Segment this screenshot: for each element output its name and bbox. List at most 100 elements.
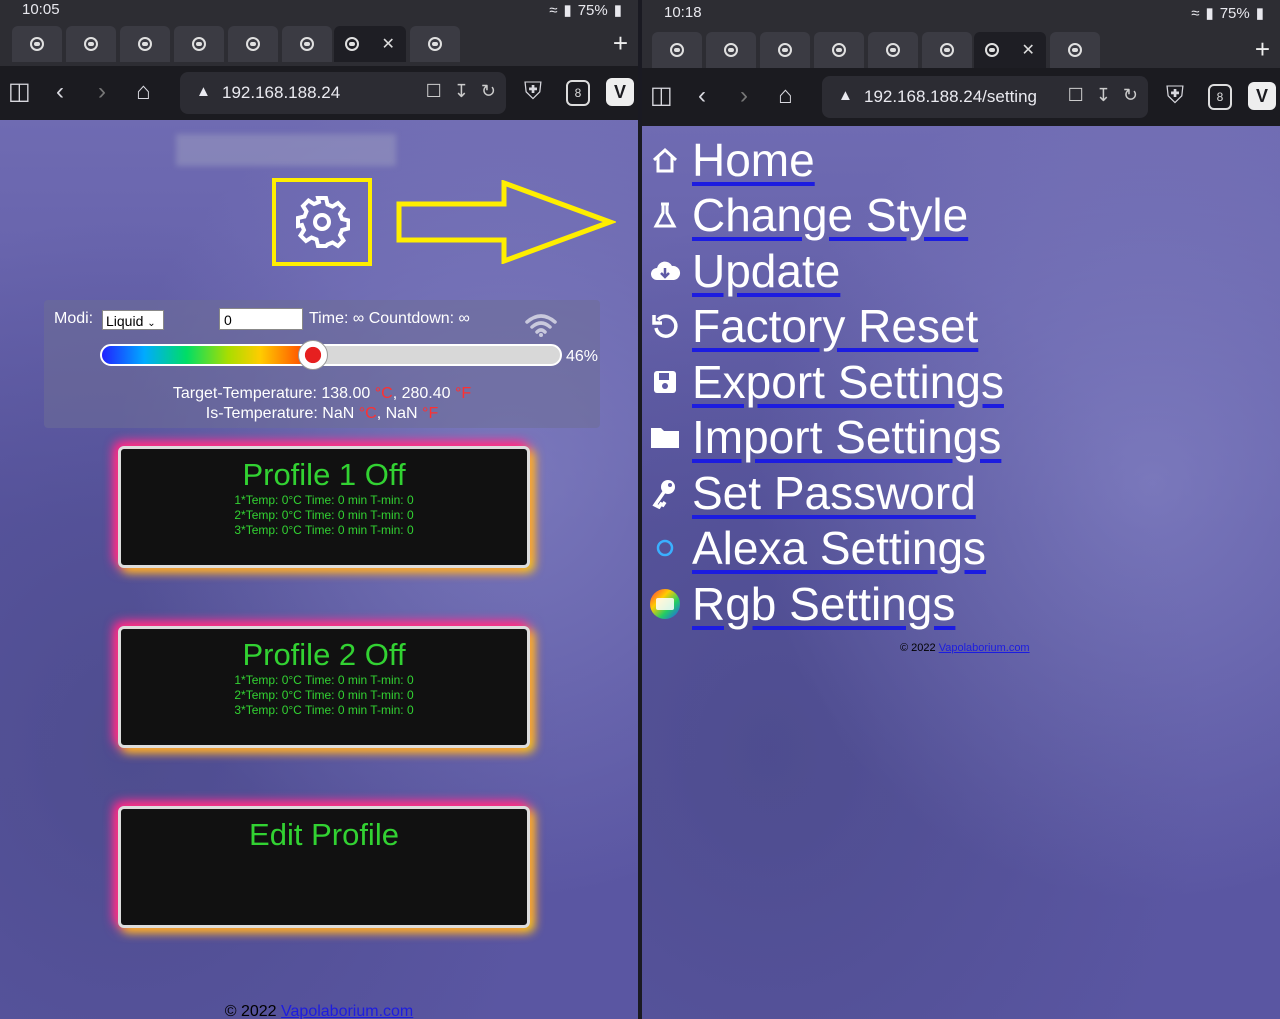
status-bar: 10:18 ≈ ▮ 75% ▮ bbox=[642, 0, 1280, 28]
wifi-status-icon bbox=[525, 314, 557, 337]
back-icon[interactable]: ‹ bbox=[698, 84, 706, 108]
menu-item-set-password[interactable]: Set Password bbox=[646, 465, 1004, 521]
bookmark-icon[interactable]: ☐ bbox=[1068, 85, 1084, 106]
browser-tab-active[interactable]: ✕ bbox=[334, 26, 406, 62]
close-tab-icon[interactable]: ✕ bbox=[381, 34, 394, 54]
footer-link[interactable]: Vapolaborium.com bbox=[281, 1003, 413, 1019]
browser-tab[interactable] bbox=[120, 26, 170, 62]
browser-tab[interactable] bbox=[868, 32, 918, 68]
shield-icon[interactable]: ⛨ bbox=[1166, 84, 1184, 108]
folder-icon bbox=[646, 418, 684, 456]
profile-2-button[interactable]: Profile 2 Off 1*Temp: 0°C Time: 0 min T-… bbox=[118, 626, 530, 748]
browser-tab[interactable] bbox=[12, 26, 62, 62]
globe-icon bbox=[138, 37, 152, 51]
menu-label: Rgb Settings bbox=[692, 577, 956, 630]
bookmark-icon[interactable]: ☐ bbox=[426, 81, 442, 102]
tab-count-button[interactable]: 8 bbox=[566, 80, 590, 106]
value-input[interactable]: 0 bbox=[219, 308, 303, 330]
status-bar: 10:05 ≈ ▮ 75% ▮ bbox=[0, 0, 638, 22]
modi-select[interactable]: Liquid ⌄ bbox=[102, 310, 164, 330]
globe-icon bbox=[724, 43, 738, 57]
menu-item-home[interactable]: Home bbox=[646, 132, 1004, 188]
browser-tab[interactable] bbox=[652, 32, 702, 68]
globe-icon bbox=[428, 37, 442, 51]
menu-item-export-settings[interactable]: Export Settings bbox=[646, 354, 1004, 410]
edit-profile-button[interactable]: Edit Profile bbox=[118, 806, 530, 928]
new-tab-icon[interactable]: + bbox=[613, 28, 628, 59]
panel-toggle-icon[interactable]: ◫ bbox=[8, 80, 31, 104]
temperature-slider[interactable] bbox=[100, 344, 562, 366]
menu-label: Alexa Settings bbox=[692, 522, 987, 575]
settings-highlight-box bbox=[272, 178, 372, 266]
profile-step: 1*Temp: 0°C Time: 0 min T-min: 0 bbox=[234, 493, 414, 507]
temperature-readout: Target-Temperature: 138.00 °C, 280.40 °F… bbox=[44, 384, 600, 424]
browser-tab[interactable] bbox=[760, 32, 810, 68]
globe-icon bbox=[985, 43, 1000, 57]
control-panel: Modi: Liquid ⌄ 0 Time: ∞ Countdown: ∞ 46… bbox=[44, 300, 600, 428]
wifi-icon: ≈ bbox=[1191, 4, 1200, 22]
wifi-icon: ≈ bbox=[549, 1, 558, 19]
forward-icon[interactable]: › bbox=[98, 80, 106, 104]
gear-icon[interactable] bbox=[294, 194, 350, 250]
modi-select-value: Liquid bbox=[106, 313, 144, 329]
globe-icon bbox=[1068, 43, 1082, 57]
globe-icon bbox=[886, 43, 900, 57]
browser-tab[interactable] bbox=[706, 32, 756, 68]
address-bar[interactable]: ▲ 192.168.188.24 ☐ ↧ ↻ bbox=[180, 72, 506, 114]
back-icon[interactable]: ‹ bbox=[56, 80, 64, 104]
browser-toolbar: ◫ ‹ › ⌂ ▲ 192.168.188.24/setting ☐ ↧ ↻ ⛨… bbox=[642, 68, 1280, 126]
left-screenshot: 10:05 ≈ ▮ 75% ▮ ✕ + ◫ ‹ › ⌂ ▲ 192.168.18… bbox=[0, 0, 638, 1019]
new-tab-icon[interactable]: + bbox=[1255, 34, 1270, 65]
panel-toggle-icon[interactable]: ◫ bbox=[650, 84, 673, 108]
globe-icon bbox=[940, 43, 954, 57]
browser-tab[interactable] bbox=[410, 26, 460, 62]
shield-icon[interactable]: ⛨ bbox=[524, 80, 542, 104]
slider-thumb[interactable] bbox=[297, 340, 328, 370]
reload-icon[interactable]: ↻ bbox=[481, 81, 496, 102]
browser-tab-active[interactable]: ✕ bbox=[974, 32, 1046, 68]
menu-label: Update bbox=[692, 244, 841, 297]
browser-tab[interactable] bbox=[814, 32, 864, 68]
home-icon[interactable]: ⌂ bbox=[778, 84, 793, 108]
close-tab-icon[interactable]: ✕ bbox=[1021, 40, 1034, 60]
menu-item-change-style[interactable]: Change Style bbox=[646, 188, 1004, 244]
forward-icon[interactable]: › bbox=[740, 84, 748, 108]
signal-icon: ▮ bbox=[1205, 5, 1214, 22]
menu-item-update[interactable]: Update bbox=[646, 243, 1004, 299]
profile-title: Profile 1 Off bbox=[242, 457, 406, 492]
url-text: 192.168.188.24 bbox=[222, 83, 341, 102]
menu-label: Export Settings bbox=[692, 355, 1004, 408]
arrow-right-icon bbox=[396, 180, 616, 264]
modi-label: Modi: bbox=[54, 310, 94, 327]
browser-tab[interactable] bbox=[228, 26, 278, 62]
footer-link[interactable]: Vapolaborium.com bbox=[939, 642, 1030, 654]
reset-icon bbox=[646, 307, 684, 345]
download-icon[interactable]: ↧ bbox=[454, 81, 469, 102]
browser-tab[interactable] bbox=[66, 26, 116, 62]
home-icon[interactable]: ⌂ bbox=[136, 80, 151, 104]
tab-strip: ✕ + bbox=[0, 22, 638, 66]
vivaldi-menu-icon[interactable]: V bbox=[606, 78, 634, 106]
menu-label: Home bbox=[692, 133, 815, 186]
menu-item-factory-reset[interactable]: Factory Reset bbox=[646, 299, 1004, 355]
globe-icon bbox=[246, 37, 260, 51]
tab-count-button[interactable]: 8 bbox=[1208, 84, 1232, 110]
globe-icon bbox=[832, 43, 846, 57]
globe-icon bbox=[192, 37, 206, 51]
profile-1-button[interactable]: Profile 1 Off 1*Temp: 0°C Time: 0 min T-… bbox=[118, 446, 530, 568]
browser-tab[interactable] bbox=[282, 26, 332, 62]
settings-page: Home Change Style Update Factory Reset E… bbox=[642, 126, 1280, 1019]
browser-tab[interactable] bbox=[922, 32, 972, 68]
browser-tab[interactable] bbox=[174, 26, 224, 62]
menu-item-alexa-settings[interactable]: Alexa Settings bbox=[646, 521, 1004, 577]
address-bar[interactable]: ▲ 192.168.188.24/setting ☐ ↧ ↻ bbox=[822, 76, 1148, 118]
reload-icon[interactable]: ↻ bbox=[1123, 85, 1138, 106]
battery-icon: ▮ bbox=[1255, 5, 1264, 22]
menu-item-import-settings[interactable]: Import Settings bbox=[646, 410, 1004, 466]
profile-title: Edit Profile bbox=[249, 817, 399, 852]
browser-tab[interactable] bbox=[1050, 32, 1100, 68]
menu-item-rgb-settings[interactable]: Rgb Settings bbox=[646, 576, 1004, 632]
download-icon[interactable]: ↧ bbox=[1096, 85, 1111, 106]
profile-step: 2*Temp: 0°C Time: 0 min T-min: 0 bbox=[234, 508, 414, 522]
vivaldi-menu-icon[interactable]: V bbox=[1248, 82, 1276, 110]
